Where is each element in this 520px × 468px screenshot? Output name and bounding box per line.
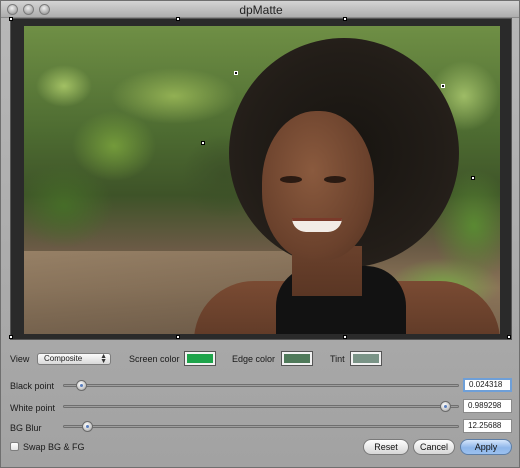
swap-bg-fg-label: Swap BG & FG [23,442,85,452]
view-label: View [10,354,30,364]
garbage-matte-point[interactable] [441,84,445,88]
edge-color-fill [284,354,310,363]
tint-color-well[interactable] [350,351,382,366]
black-point-field[interactable]: 0.024318 [463,378,512,392]
white-point-knob[interactable] [439,401,451,412]
window-title: dpMatte [239,3,283,17]
reset-button[interactable]: Reset [363,439,409,455]
image-eye-left [280,176,302,183]
screen-color-label: Screen color [129,354,180,364]
crop-handle-bottom-left[interactable] [9,335,13,339]
tint-color-fill [353,354,379,363]
edge-color-label: Edge color [232,354,276,364]
apply-button[interactable]: Apply [460,439,512,455]
image-face [262,111,374,261]
cancel-button[interactable]: Cancel [413,439,455,455]
crop-handle-bottom[interactable] [176,335,180,339]
screen-color-well[interactable] [184,351,216,366]
bg-blur-label: BG Blur [10,423,42,433]
swap-bg-fg-checkbox[interactable] [10,442,19,451]
preview-image [24,26,500,334]
bg-blur-slider[interactable] [63,425,459,428]
preview-viewer[interactable] [9,17,512,340]
white-point-slider[interactable] [63,405,459,408]
tint-label: Tint [330,354,345,364]
crop-handle-top-left[interactable] [9,17,13,21]
image-mouth [292,218,342,232]
up-down-arrows-icon: ▲ ▼ [100,353,107,365]
black-point-label: Black point [10,381,55,391]
bg-blur-field[interactable]: 12.25688 [463,419,512,433]
garbage-matte-point[interactable] [471,176,475,180]
white-point-field[interactable]: 0.989298 [463,399,512,413]
crop-handle-bottom-mid[interactable] [343,335,347,339]
title-bar: dpMatte [1,1,519,18]
view-popup[interactable]: Composite ▲ ▼ [37,353,111,365]
crop-handle-bottom-right[interactable] [507,335,511,339]
dpmatte-window: dpMatte View Composite ▲ ▼ Screen color … [0,0,520,468]
image-eye-right [324,176,346,183]
garbage-matte-point[interactable] [201,141,205,145]
bg-blur-knob[interactable] [82,421,94,432]
black-point-knob[interactable] [76,380,88,391]
edge-color-well[interactable] [281,351,313,366]
white-point-label: White point [10,403,56,413]
crop-handle-top-right-mid[interactable] [343,17,347,21]
screen-color-fill [187,354,213,363]
crop-handle-top[interactable] [176,17,180,21]
view-popup-value: Composite [44,354,83,363]
garbage-matte-point[interactable] [234,71,238,75]
black-point-slider[interactable] [63,384,459,387]
